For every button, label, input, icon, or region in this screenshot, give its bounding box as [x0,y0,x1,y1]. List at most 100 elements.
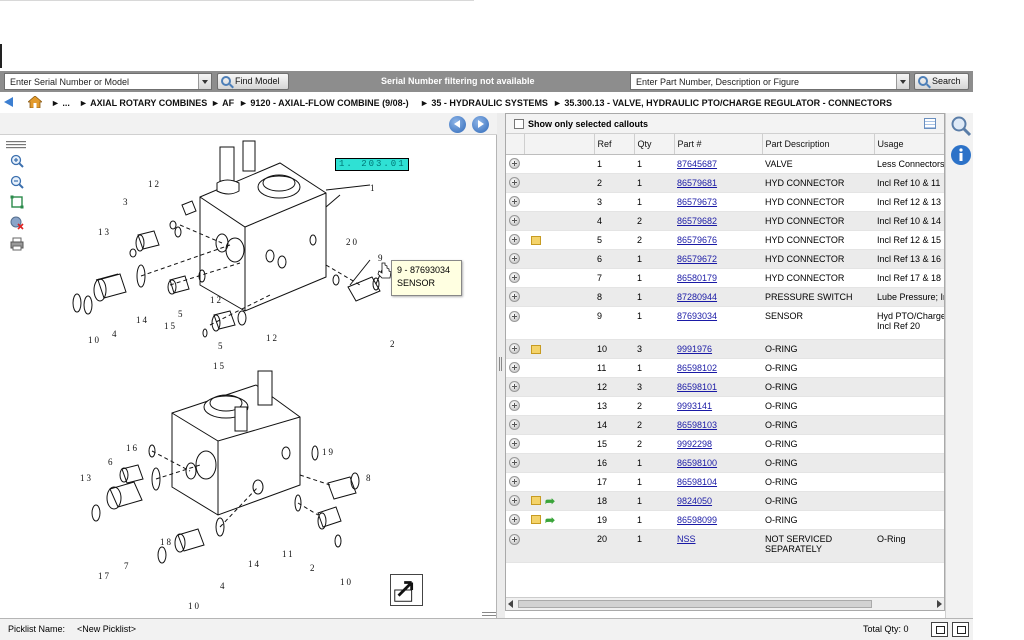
part-number-link[interactable]: 86579682 [677,216,717,226]
info-icon[interactable] [950,144,972,166]
scroll-right-icon[interactable] [937,600,942,608]
part-number-link[interactable]: 86579676 [677,235,717,245]
add-to-picklist-icon[interactable] [509,177,520,189]
pane-splitter[interactable] [497,113,505,618]
table-row[interactable]: 6 1 86579672 HYD CONNECTOR Incl Ref 13 & 16 [506,249,944,269]
part-number-link[interactable]: 9991976 [677,344,712,354]
part-number-link[interactable]: 87693034 [677,311,717,321]
part-number-link[interactable]: 86598104 [677,477,717,487]
add-to-picklist-icon[interactable] [509,476,520,488]
table-row[interactable]: 7 1 86580179 HYD CONNECTOR Incl Ref 17 & 18 [506,268,944,288]
expand-cell[interactable] [506,287,524,307]
part-number-link[interactable]: 86579681 [677,178,717,188]
expand-cell[interactable] [506,230,524,250]
add-to-picklist-icon[interactable] [509,158,520,170]
expand-cell[interactable] [506,377,524,397]
scroll-left-icon[interactable] [508,600,513,608]
column-header-ref[interactable]: Ref [594,134,635,155]
add-to-picklist-icon[interactable] [509,196,520,208]
figure-code-highlight[interactable]: 1. 203.01 [335,158,409,171]
column-header-usage[interactable]: Usage [874,134,944,155]
part-number-link[interactable]: 9824050 [677,496,712,506]
part-search-input[interactable]: Enter Part Number, Description or Figure [636,77,799,87]
zoom-out-icon[interactable] [10,175,24,189]
add-to-picklist-icon[interactable] [509,457,520,469]
note-icon[interactable] [531,344,541,354]
part-number-link[interactable]: 9993141 [677,401,712,411]
part-number-link[interactable]: 86598102 [677,363,717,373]
expand-cell[interactable] [506,434,524,454]
expand-cell[interactable] [506,453,524,473]
table-row[interactable]: 15 2 9992298 O-RING [506,434,944,454]
column-header-qty[interactable]: Qty [634,134,675,155]
part-number-link[interactable]: 86598101 [677,382,717,392]
serial-number-combo[interactable]: Enter Serial Number or Model [4,73,212,90]
search-button[interactable]: Search [914,73,969,90]
part-number-link[interactable]: 86598099 [677,515,717,525]
table-row[interactable]: 10 3 9991976 O-RING [506,339,944,359]
expand-cell[interactable] [506,192,524,212]
part-number-link[interactable]: 9992298 [677,439,712,449]
home-icon[interactable] [28,96,42,108]
table-row[interactable]: 1 1 87645687 VALVE Less Connectors [506,154,944,174]
table-row[interactable]: 14 2 86598103 O-RING [506,415,944,435]
serial-number-input[interactable]: Enter Serial Number or Model [10,77,129,87]
part-number-link[interactable]: 87280944 [677,292,717,302]
breadcrumb-more[interactable]: ► ... [51,98,70,108]
export-icon[interactable] [390,574,423,606]
chevron-down-icon[interactable] [896,74,909,89]
add-to-picklist-icon[interactable] [509,272,520,284]
expand-cell[interactable] [506,358,524,378]
fit-to-window-icon[interactable] [10,195,24,209]
table-row[interactable]: 13 2 9993141 O-RING [506,396,944,416]
add-to-picklist-icon[interactable] [509,234,520,246]
add-to-picklist-icon[interactable] [509,533,520,545]
show-selected-checkbox[interactable] [514,119,524,129]
table-row[interactable]: 2 1 86579681 HYD CONNECTOR Incl Ref 10 & 11 [506,173,944,193]
table-row[interactable]: ➦ 19 1 86598099 O-RING [506,510,944,530]
part-number-link[interactable]: 86598103 [677,420,717,430]
add-to-picklist-icon[interactable] [509,253,520,265]
add-to-picklist-icon[interactable] [509,381,520,393]
add-to-picklist-icon[interactable] [509,362,520,374]
expand-cell[interactable] [506,249,524,269]
breadcrumb-item[interactable]: ► AF [211,98,234,108]
circle-arrow-right-icon[interactable] [472,116,489,133]
expand-cell[interactable] [506,339,524,359]
panel-grip-icon[interactable] [6,138,26,152]
copy-picklist-icon[interactable] [931,622,948,637]
expand-cell[interactable] [506,472,524,492]
table-row[interactable]: 5 2 86579676 HYD CONNECTOR Incl Ref 12 & 15 [506,230,944,250]
add-to-picklist-icon[interactable] [509,400,520,412]
column-header-part[interactable]: Part # [674,134,763,155]
add-to-picklist-icon[interactable] [509,438,520,450]
print-icon[interactable] [10,237,24,251]
breadcrumb-item[interactable]: ► 35 - HYDRAULIC SYSTEMS [420,98,548,108]
table-row[interactable]: 17 1 86598104 O-RING [506,472,944,492]
scrollbar-thumb[interactable] [518,600,872,608]
expand-cell[interactable] [506,529,524,563]
clear-zoom-icon[interactable] [10,216,24,230]
find-model-button[interactable]: Find Model [217,73,289,90]
chevron-down-icon[interactable] [198,74,211,89]
table-row[interactable]: 20 1 NSS NOT SERVICED SEPARATELY O-Ring [506,529,944,563]
add-to-picklist-icon[interactable] [509,343,520,355]
add-to-picklist-icon[interactable] [509,310,520,322]
column-header-description[interactable]: Part Description [762,134,875,155]
substitution-arrow-icon[interactable]: ➦ [545,495,555,507]
expand-cell[interactable] [506,173,524,193]
breadcrumb-item-current[interactable]: ► 35.300.13 - VALVE, HYDRAULIC PTO/CHARG… [553,98,892,108]
note-icon[interactable] [531,496,541,506]
table-row[interactable]: 4 2 86579682 HYD CONNECTOR Incl Ref 10 & 14 [506,211,944,231]
note-icon[interactable] [531,515,541,525]
add-to-picklist-icon[interactable] [509,291,520,303]
expand-cell[interactable] [506,211,524,231]
part-number-link[interactable]: 87645687 [677,159,717,169]
expand-cell[interactable] [506,491,524,511]
add-to-picklist-icon[interactable] [509,495,520,507]
maximize-picklist-icon[interactable] [952,622,969,637]
part-search-combo[interactable]: Enter Part Number, Description or Figure [630,73,910,90]
magnifier-icon[interactable] [950,115,972,137]
part-number-link[interactable]: 86579672 [677,254,717,264]
expand-cell[interactable] [506,415,524,435]
